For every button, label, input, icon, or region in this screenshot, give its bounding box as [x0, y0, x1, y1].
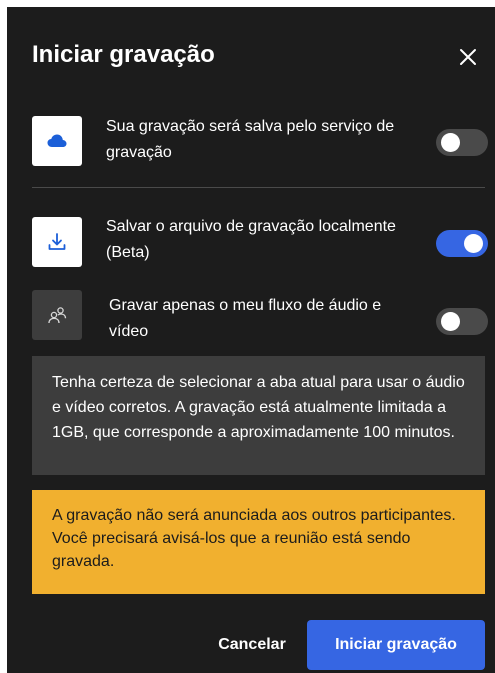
- toggle-own-stream[interactable]: [436, 308, 488, 335]
- download-icon: [32, 217, 82, 267]
- option-label-save-locally: Salvar o arquivo de gravação localmente …: [106, 218, 396, 261]
- toggle-knob: [441, 312, 460, 331]
- option-own-stream: Gravar apenas o meu fluxo de áudio e víd…: [32, 290, 495, 345]
- option-cloud-recording: Sua gravação será salva pelo serviço de …: [32, 114, 495, 169]
- option-save-locally: Salvar o arquivo de gravação localmente …: [32, 214, 495, 269]
- toggle-save-locally[interactable]: [436, 230, 488, 257]
- start-recording-dialog: Iniciar gravação Sua gravação será salva…: [7, 7, 495, 673]
- option-label-own-stream: Gravar apenas o meu fluxo de áudio e víd…: [109, 297, 382, 340]
- cloud-icon: [32, 116, 82, 166]
- participants-icon: [32, 290, 82, 340]
- info-box: Tenha certeza de selecionar a aba atual …: [32, 356, 485, 475]
- start-recording-button[interactable]: Iniciar gravação: [307, 620, 485, 670]
- divider: [32, 187, 485, 188]
- toggle-knob: [441, 133, 460, 152]
- toggle-cloud-recording[interactable]: [436, 129, 488, 156]
- close-icon[interactable]: [456, 45, 480, 69]
- warning-box: A gravação não será anunciada aos outros…: [32, 490, 485, 594]
- toggle-knob: [464, 234, 483, 253]
- dialog-title: Iniciar gravação: [32, 41, 215, 68]
- cancel-button[interactable]: Cancelar: [197, 620, 307, 670]
- option-label-cloud: Sua gravação será salva pelo serviço de …: [106, 118, 395, 161]
